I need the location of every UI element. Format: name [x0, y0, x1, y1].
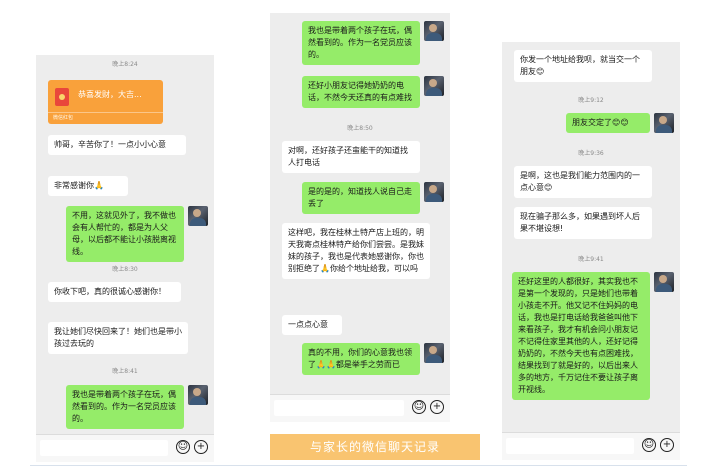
- timestamp: 晚上9:12: [578, 97, 604, 104]
- timestamp: 晚上8:41: [112, 368, 138, 375]
- sent-message: 朋友交定了😊😊: [566, 113, 650, 133]
- message-input[interactable]: [274, 400, 404, 416]
- red-packet-icon: [55, 88, 69, 106]
- received-message: 现在骗子那么多，如果遇到坏人后果不堪设想!: [514, 207, 652, 239]
- emoji-icon[interactable]: ☺: [412, 400, 426, 414]
- received-message: 是啊，这也是我们能力范围内的一点心意😊: [514, 166, 652, 198]
- sent-message: 真的不用，你们的心意我也领了🙏🙏都是举手之劳而已: [302, 343, 420, 375]
- avatar-icon[interactable]: [654, 113, 674, 133]
- red-packet-card[interactable]: 恭喜发财，大吉... 微信红包: [48, 80, 163, 124]
- received-message: 一点点心意: [282, 315, 342, 335]
- avatar-icon[interactable]: [188, 206, 208, 226]
- red-packet-title: 恭喜发财，大吉...: [78, 90, 142, 99]
- sent-message: 还好这里的人都很好，其实我也不是第一个发现的，只是她们也带着小孩走不开。他又记不…: [512, 272, 650, 400]
- timestamp: 晚上9:41: [578, 256, 604, 263]
- sent-message: 是的是的，知道找人说自己走丢了: [302, 182, 420, 214]
- sent-message: 我也是带着两个孩子在玩，偶然看到的。作为一名党员应该的。: [66, 385, 184, 429]
- avatar-icon[interactable]: [424, 76, 444, 96]
- plus-icon[interactable]: +: [430, 400, 444, 414]
- chat-input-bar: ☺ +: [502, 432, 680, 460]
- message-input[interactable]: [40, 440, 168, 456]
- timestamp: 晚上8:24: [112, 61, 138, 68]
- sent-message: 不用，这就见外了，我不做也会有人帮忙的，都是为人父母，以后都不能让小孩脱离视线。: [66, 206, 184, 262]
- avatar-icon[interactable]: [424, 343, 444, 363]
- received-message: 你收下吧，真的很诚心感谢你！: [48, 282, 181, 302]
- chat-screenshot-2: 我也是带着两个孩子在玩，偶然看到的。作为一名党员应该的。 还好小朋友记得她奶奶的…: [270, 13, 450, 422]
- chat-input-bar: ☺ +: [270, 394, 450, 422]
- avatar-icon[interactable]: [424, 21, 444, 41]
- message-input[interactable]: [506, 438, 634, 454]
- received-message: 这样吧，我在桂林土特产店上班的，明天我寄点桂林特产给你们尝尝。是我妹妹的孩子，我…: [282, 223, 430, 279]
- emoji-icon[interactable]: ☺: [176, 440, 190, 454]
- emoji-icon[interactable]: ☺: [642, 438, 656, 452]
- timestamp: 晚上8:50: [347, 125, 373, 132]
- received-message: 你发一个地址给我呗，就当交一个朋友😊: [514, 50, 652, 82]
- sent-message: 我也是带着两个孩子在玩，偶然看到的。作为一名党员应该的。: [302, 21, 420, 65]
- plus-icon[interactable]: +: [660, 438, 674, 452]
- plus-icon[interactable]: +: [194, 440, 208, 454]
- chat-screenshot-3: 你发一个地址给我呗，就当交一个朋友😊 晚上9:12 朋友交定了😊😊 晚上9:36…: [502, 42, 680, 460]
- received-message: 帅哥，辛苦你了！一点小小心意: [48, 135, 186, 155]
- message-list[interactable]: 晚上8:24 恭喜发财，大吉... 微信红包 帅哥，辛苦你了！一点小小心意 非常…: [36, 55, 214, 435]
- received-message: 非常感谢你🙏: [48, 176, 128, 196]
- message-list[interactable]: 我也是带着两个孩子在玩，偶然看到的。作为一名党员应该的。 还好小朋友记得她奶奶的…: [270, 13, 450, 395]
- chat-input-bar: ☺ +: [36, 434, 214, 462]
- avatar-icon[interactable]: [188, 385, 208, 405]
- timestamp: 晚上9:36: [578, 150, 604, 157]
- timestamp: 晚上8:30: [112, 266, 138, 273]
- red-packet-label: 微信红包: [53, 115, 74, 121]
- red-packet-footer: 微信红包: [48, 112, 163, 124]
- chat-screenshot-1: 晚上8:24 恭喜发财，大吉... 微信红包 帅哥，辛苦你了！一点小小心意 非常…: [36, 55, 214, 462]
- caption-banner: 与家长的微信聊天记录: [270, 434, 480, 460]
- avatar-icon[interactable]: [424, 182, 444, 202]
- sent-message: 还好小朋友记得她奶奶的电话，不然今天还真的有点难找: [302, 76, 420, 108]
- message-list[interactable]: 你发一个地址给我呗，就当交一个朋友😊 晚上9:12 朋友交定了😊😊 晚上9:36…: [502, 42, 680, 433]
- received-message: 我让她们尽快回来了！她们也是带小孩过去玩的: [48, 322, 188, 354]
- received-message: 对啊，还好孩子还蛮能干的知道找人打电话: [282, 141, 420, 173]
- avatar-icon[interactable]: [654, 272, 674, 292]
- divider: [30, 465, 687, 466]
